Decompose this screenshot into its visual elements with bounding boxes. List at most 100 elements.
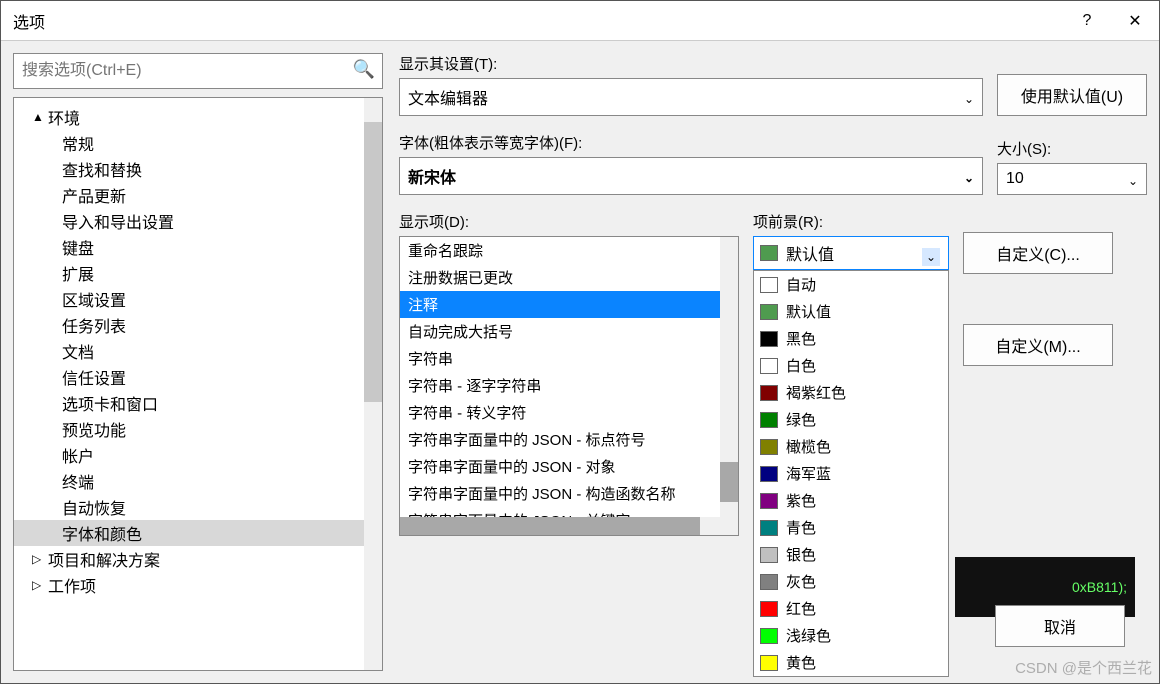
list-item[interactable]: 字符串字面量中的 JSON - 对象 — [400, 453, 738, 480]
tree-scroll-thumb[interactable] — [364, 122, 382, 402]
tree-item[interactable]: 字体和颜色 — [14, 520, 382, 546]
settings-for-select[interactable]: 文本编辑器⌄ — [399, 78, 983, 116]
fg-custom-button[interactable]: 自定义(C)... — [963, 232, 1113, 274]
tree-root-environment[interactable]: ▲环境 — [14, 104, 382, 130]
content-area: 🔍 ▲环境 常规查找和替换产品更新导入和导出设置键盘扩展区域设置任务列表文档信任… — [1, 41, 1159, 683]
list-item[interactable]: 注释 — [400, 291, 738, 318]
use-defaults-button[interactable]: 使用默认值(U) — [997, 74, 1147, 116]
tree-item[interactable]: 预览功能 — [14, 416, 382, 442]
search-icon[interactable]: 🔍 — [353, 59, 375, 80]
list-item[interactable]: 字符串字面量中的 JSON - 标点符号 — [400, 426, 738, 453]
color-swatch — [760, 245, 778, 261]
size-label: 大小(S): — [997, 138, 1147, 159]
chevron-down-icon: ⌄ — [922, 248, 940, 266]
color-swatch — [760, 412, 778, 428]
tree-item[interactable]: 查找和替换 — [14, 156, 382, 182]
color-option[interactable]: 褐紫红色 — [754, 379, 948, 406]
collapsed-icon[interactable]: ▷ — [32, 578, 44, 592]
color-swatch — [760, 628, 778, 644]
color-swatch — [760, 547, 778, 563]
tree-item[interactable]: 常规 — [14, 130, 382, 156]
expander-icon[interactable]: ▲ — [32, 110, 44, 124]
color-option[interactable]: 银色 — [754, 541, 948, 568]
category-tree[interactable]: ▲环境 常规查找和替换产品更新导入和导出设置键盘扩展区域设置任务列表文档信任设置… — [13, 97, 383, 671]
tree-item[interactable]: 自动恢复 — [14, 494, 382, 520]
color-swatch — [760, 304, 778, 320]
search-box: 🔍 — [13, 53, 383, 89]
list-vthumb[interactable] — [720, 462, 738, 502]
color-dropdown[interactable]: 自动默认值黑色白色褐紫红色绿色橄榄色海军蓝紫色青色银色灰色红色浅绿色黄色 — [753, 270, 949, 677]
tree-item[interactable]: 信任设置 — [14, 364, 382, 390]
color-option[interactable]: 黄色 — [754, 649, 948, 676]
cancel-button[interactable]: 取消 — [995, 605, 1125, 647]
list-item[interactable]: 字符串 — [400, 345, 738, 372]
tree-item[interactable]: 文档 — [14, 338, 382, 364]
titlebar: 选项 ? ✕ — [1, 1, 1159, 41]
color-option[interactable]: 灰色 — [754, 568, 948, 595]
color-option[interactable]: 青色 — [754, 514, 948, 541]
color-swatch — [760, 331, 778, 347]
font-select[interactable]: 新宋体⌄ — [399, 157, 983, 195]
color-option[interactable]: 浅绿色 — [754, 622, 948, 649]
list-hthumb[interactable] — [400, 517, 700, 535]
list-item[interactable]: 注册数据已更改 — [400, 264, 738, 291]
tree-item[interactable]: 键盘 — [14, 234, 382, 260]
collapsed-icon[interactable]: ▷ — [32, 552, 44, 566]
font-label: 字体(粗体表示等宽字体)(F): — [399, 132, 983, 153]
settings-for-label: 显示其设置(T): — [399, 53, 983, 74]
color-swatch — [760, 466, 778, 482]
help-button[interactable]: ? — [1063, 1, 1111, 41]
list-item[interactable]: 重命名跟踪 — [400, 237, 738, 264]
tree-item[interactable]: 任务列表 — [14, 312, 382, 338]
main-column: 显示其设置(T): 文本编辑器⌄ 使用默认值(U) 字体(粗体表示等宽字体)(F… — [399, 53, 1147, 671]
color-swatch — [760, 655, 778, 671]
tree-scrollbar[interactable] — [364, 98, 382, 670]
color-swatch — [760, 439, 778, 455]
size-select[interactable]: 10⌄ — [997, 163, 1147, 195]
chevron-down-icon: ⌄ — [964, 92, 974, 106]
tree-item[interactable]: 终端 — [14, 468, 382, 494]
list-vscrollbar[interactable] — [720, 237, 738, 535]
display-items-label: 显示项(D): — [399, 211, 739, 232]
chevron-down-icon: ⌄ — [964, 171, 974, 185]
foreground-color-select[interactable]: 默认值 ⌄ — [753, 236, 949, 270]
bg-custom-button[interactable]: 自定义(M)... — [963, 324, 1113, 366]
tree-item[interactable]: 帐户 — [14, 442, 382, 468]
tree-item[interactable]: 导入和导出设置 — [14, 208, 382, 234]
left-column: 🔍 ▲环境 常规查找和替换产品更新导入和导出设置键盘扩展区域设置任务列表文档信任… — [13, 53, 383, 671]
tree-item[interactable]: 产品更新 — [14, 182, 382, 208]
color-option[interactable]: 自动 — [754, 271, 948, 298]
color-option[interactable]: 红色 — [754, 595, 948, 622]
foreground-label: 项前景(R): — [753, 211, 949, 232]
tree-root-projects[interactable]: ▷项目和解决方案 — [14, 546, 382, 572]
tree-root-workitems[interactable]: ▷工作项 — [14, 572, 382, 598]
tree-item[interactable]: 选项卡和窗口 — [14, 390, 382, 416]
list-item[interactable]: 字符串 - 转义字符 — [400, 399, 738, 426]
dialog-title: 选项 — [1, 9, 1063, 33]
color-option[interactable]: 白色 — [754, 352, 948, 379]
color-swatch — [760, 385, 778, 401]
list-item[interactable]: 字符串 - 逐字字符串 — [400, 372, 738, 399]
color-swatch — [760, 601, 778, 617]
options-dialog: 选项 ? ✕ 🔍 ▲环境 常规查找和替换产品更新导入和导出设置键盘扩展区域设置任… — [0, 0, 1160, 684]
list-item[interactable]: 自动完成大括号 — [400, 318, 738, 345]
display-items-list[interactable]: 重命名跟踪注册数据已更改注释自动完成大括号字符串字符串 - 逐字字符串字符串 -… — [399, 236, 739, 536]
color-option[interactable]: 黑色 — [754, 325, 948, 352]
color-option[interactable]: 海军蓝 — [754, 460, 948, 487]
chevron-down-icon: ⌄ — [1128, 174, 1138, 188]
color-option[interactable]: 紫色 — [754, 487, 948, 514]
list-item[interactable]: 字符串字面量中的 JSON - 构造函数名称 — [400, 480, 738, 507]
color-swatch — [760, 358, 778, 374]
color-option[interactable]: 默认值 — [754, 298, 948, 325]
color-swatch — [760, 574, 778, 590]
color-swatch — [760, 277, 778, 293]
tree-item[interactable]: 扩展 — [14, 260, 382, 286]
close-button[interactable]: ✕ — [1111, 1, 1159, 41]
list-hscrollbar[interactable] — [400, 517, 720, 535]
watermark: CSDN @是个西兰花 — [1015, 657, 1152, 678]
tree-item[interactable]: 区域设置 — [14, 286, 382, 312]
color-option[interactable]: 绿色 — [754, 406, 948, 433]
color-option[interactable]: 橄榄色 — [754, 433, 948, 460]
search-input[interactable] — [13, 53, 383, 89]
color-swatch — [760, 520, 778, 536]
